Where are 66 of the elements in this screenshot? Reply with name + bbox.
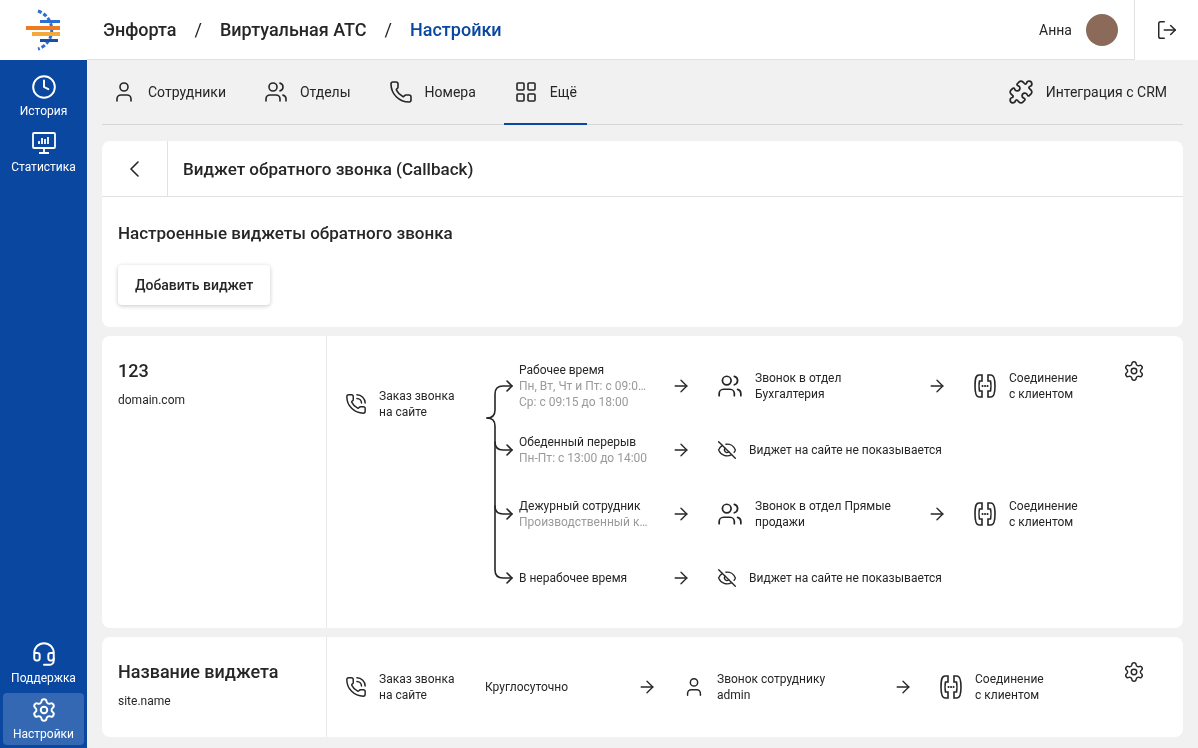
users-icon [263,79,288,104]
settings-button[interactable] [1123,360,1145,382]
source-label: Заказ звонка на сайте [379,388,456,420]
condition-label: Рабочее время [519,362,606,378]
condition-detail: Ср: с 09:15 до 18:00 [519,394,630,410]
condition-detail: Производственный к… [519,514,649,530]
condition-label: Обеденный перерыв [519,434,638,450]
target-label: Виджет на сайте не показывается [749,570,942,586]
logout-icon [1155,18,1178,41]
puzzle-icon [1007,79,1034,105]
headset-icon [30,641,57,667]
settings-icon [1123,661,1145,683]
linked-phones-icon [973,373,997,399]
users-icon [717,501,743,527]
settings-icon [30,697,57,723]
target-label: Звонок в отдел Прямые продажи [755,498,891,530]
phone-icon [388,79,413,104]
crm-integration-link[interactable]: Интеграция с CRM [991,60,1183,124]
phone-callback-icon [345,393,367,415]
breadcrumb-link[interactable]: Настройки [410,19,502,40]
condition-detail: Пн-Пт: с 13:00 до 14:00 [519,450,649,466]
target-label: Звонок сотруднику admin [717,671,826,703]
final-label: Соединение с клиентом [975,671,1044,703]
linked-phones-icon [973,501,997,527]
condition-label: Дежурный сотрудник [519,498,642,514]
nav-tab[interactable]: Ещё [503,60,587,125]
settings-icon [1123,360,1145,382]
sidebar-item[interactable]: Поддержка [3,637,84,689]
target-label: Звонок в отдел Бухгалтерия [755,370,842,402]
nav-tab[interactable]: Сотрудники [102,60,236,125]
settings-button[interactable] [1123,661,1145,683]
eye-off-icon [717,440,737,460]
chevron-left-icon [130,160,139,177]
condition-detail: Пн, Вт, Чт и Пт: с 09:0… [519,378,647,394]
phone-callback-icon [345,676,367,698]
users-icon [717,373,743,399]
page-title: Виджет обратного звонка (Callback) [183,158,474,179]
breadcrumb-link[interactable]: Энфорта [103,19,177,40]
nav-tab[interactable]: Номера [378,60,486,125]
sidebar-item[interactable]: Настройки [3,693,84,745]
widget-domain: domain.com [118,393,187,407]
clock-icon [30,74,57,100]
widget-name: Название виджета [118,661,280,682]
avatar[interactable] [1086,13,1118,46]
final-label: Соединение с клиентом [1009,370,1078,402]
section-title: Настроенные виджеты обратного звонка [118,223,453,243]
user-name: Анна [1039,21,1072,38]
grid-icon [513,79,538,104]
target-label: Виджет на сайте не показывается [749,442,942,458]
eye-off-icon [717,568,737,588]
linked-phones-icon [939,674,963,700]
widget-domain: site.name [118,694,172,708]
breadcrumb-separator: / [384,19,392,40]
sidebar-item[interactable]: История [3,70,84,122]
breadcrumb-separator: / [194,19,202,40]
widget-name: 123 [118,360,150,381]
add-widget-button[interactable]: Добавить виджет [118,265,271,305]
monitor-chart-icon [30,130,57,156]
final-label: Соединение с клиентом [1009,498,1078,530]
nav-tab[interactable]: Отделы [253,60,361,125]
sidebar-item[interactable]: Статистика [3,126,84,178]
condition-label: В нерабочее время [519,570,629,586]
condition-label: Круглосуточно [485,679,570,695]
breadcrumb-link[interactable]: Виртуальная АТС [219,19,367,40]
logout-button[interactable] [1134,0,1198,60]
source-label: Заказ звонка на сайте [379,671,456,703]
